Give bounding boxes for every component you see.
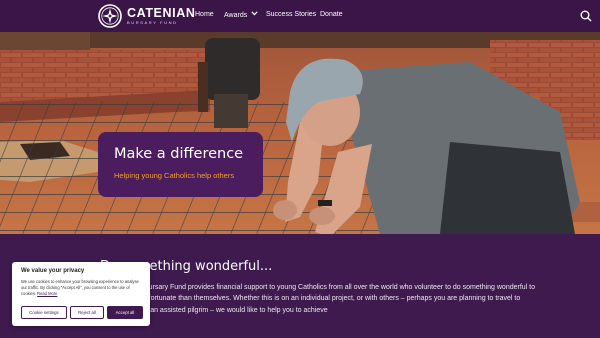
intro-paragraph: The Catenian Bursary Fund provides finan… (100, 284, 536, 314)
cookie-settings-button[interactable]: Cookie settings (21, 306, 67, 319)
hero-photo (0, 32, 600, 234)
logo-cross-icon (98, 4, 122, 28)
nav-awards-label: Awards (224, 12, 248, 19)
hero-banner: Make a difference Helping young Catholic… (0, 32, 600, 234)
cookie-read-more-link[interactable]: Read More (37, 291, 57, 296)
logo-subtitle: BURSARY FUND (127, 20, 178, 26)
hero-subtitle: Helping young Catholics help others (114, 171, 235, 180)
page: CATENIAN BURSARY FUND Home Awards Succes… (0, 0, 600, 338)
nav-home[interactable]: Home (195, 11, 214, 18)
site-logo[interactable]: CATENIAN BURSARY FUND (98, 4, 195, 28)
cookie-title: We value your privacy (21, 268, 85, 274)
logo-title: CATENIAN (127, 5, 196, 20)
reject-all-button[interactable]: Reject all (70, 306, 104, 319)
nav-success-stories[interactable]: Success Stories (266, 11, 316, 18)
nav-donate[interactable]: Donate (320, 11, 343, 18)
hero-callout: Make a difference Helping young Catholic… (98, 132, 263, 197)
search-icon[interactable] (579, 9, 593, 23)
cookie-consent-banner: We value your privacy We use cookies to … (12, 262, 150, 326)
nav-awards[interactable]: Awards (224, 11, 258, 19)
hero-title: Make a difference (114, 146, 244, 162)
cookie-text: We use cookies to enhance your browsing … (21, 279, 145, 296)
accept-all-button[interactable]: Accept all (107, 306, 143, 319)
site-header: CATENIAN BURSARY FUND Home Awards Succes… (0, 0, 600, 32)
chevron-down-icon (251, 11, 258, 16)
